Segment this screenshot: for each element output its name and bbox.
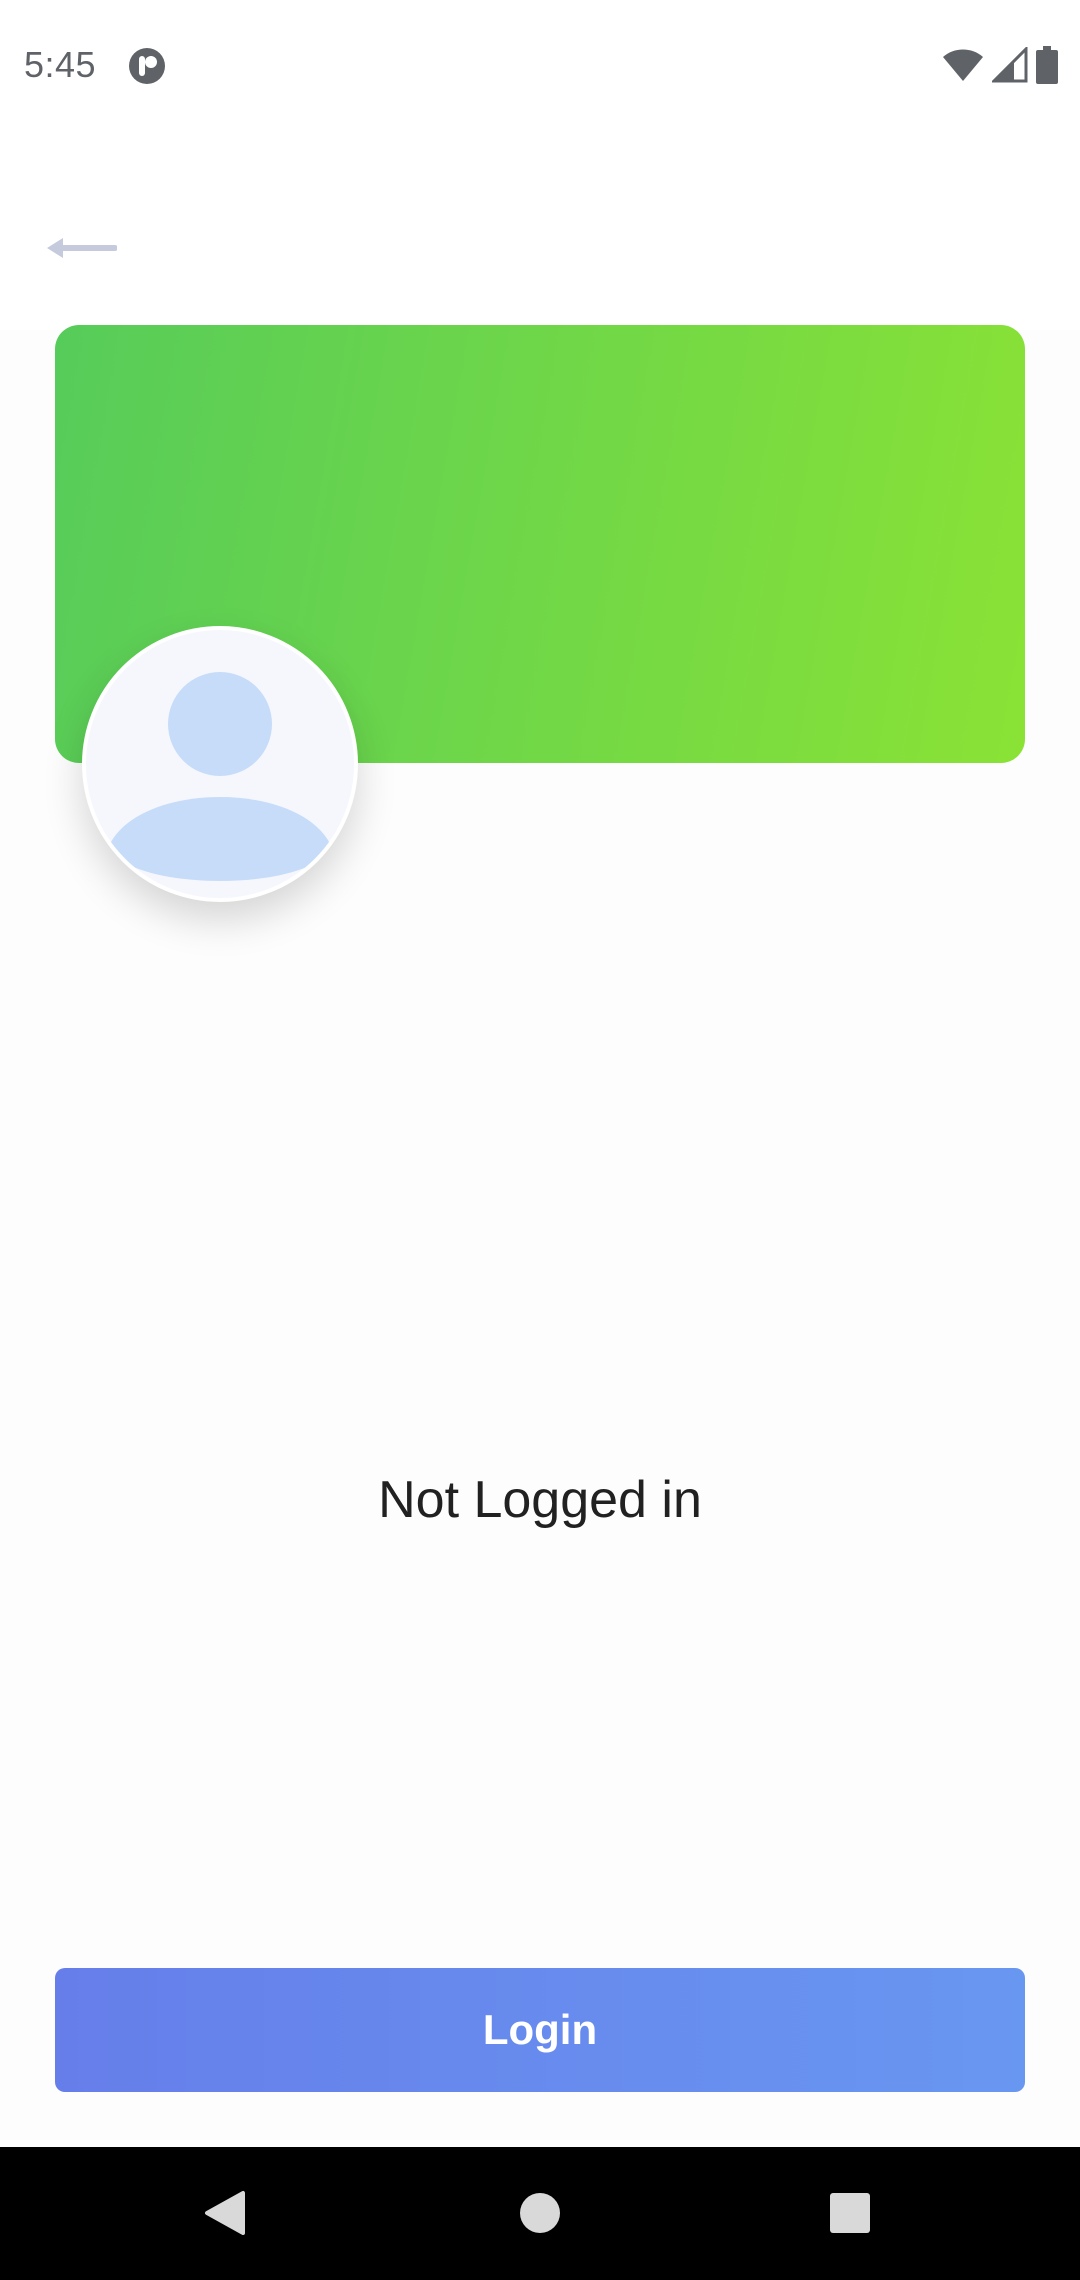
- app-notification-icon: [128, 47, 166, 85]
- cell-signal-icon: [990, 44, 1028, 88]
- status-icons: [942, 44, 1058, 89]
- nav-recents-button[interactable]: [815, 2180, 885, 2250]
- back-triangle-icon: [203, 2189, 247, 2242]
- home-circle-icon: [519, 2192, 561, 2239]
- nav-home-button[interactable]: [505, 2180, 575, 2250]
- person-placeholder-icon: [86, 672, 354, 898]
- avatar: [82, 626, 358, 902]
- back-button[interactable]: [36, 215, 126, 285]
- system-nav-bar: [0, 2147, 1080, 2280]
- toolbar: [0, 135, 1080, 330]
- wifi-icon: [942, 48, 984, 87]
- recents-square-icon: [829, 2192, 871, 2239]
- profile-screen: 5:45 Not Logged in Login: [0, 0, 1080, 2280]
- arrow-left-icon: [45, 233, 118, 268]
- status-bar: 5:45: [0, 0, 1080, 135]
- login-status-text: Not Logged in: [378, 1471, 702, 1529]
- nav-back-button[interactable]: [190, 2180, 260, 2250]
- status-time: 5:45: [24, 44, 97, 85]
- login-button[interactable]: Login: [55, 1968, 1025, 2092]
- battery-icon: [1036, 45, 1058, 89]
